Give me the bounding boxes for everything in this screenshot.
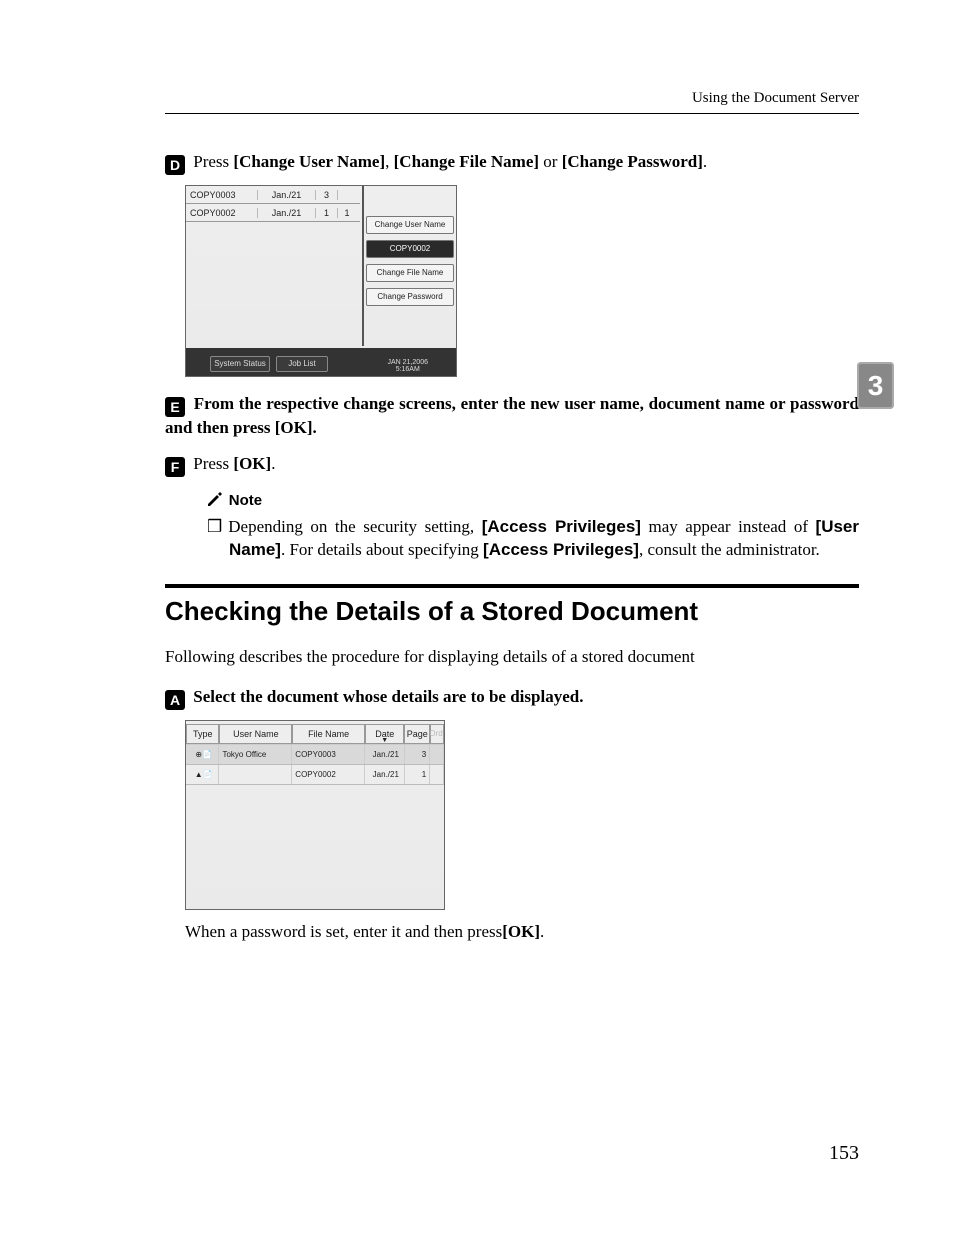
doc-row-1-page: 1	[405, 765, 431, 784]
note-b1: [Access Privileges]	[482, 517, 641, 536]
doc-row-1-date: Jan./21	[365, 765, 404, 784]
file-row-1-name: COPY0002	[186, 208, 258, 218]
col-date[interactable]: Date▼	[365, 724, 404, 744]
step-6-badge: F	[165, 457, 185, 477]
clock-time: 5:16AM	[388, 366, 428, 374]
doc-row-0-page: 3	[405, 745, 431, 764]
note-t3: . For details about specifying	[281, 540, 483, 559]
doc-row-1-ord	[430, 765, 444, 784]
step-5-badge: E	[165, 397, 185, 417]
step5-b1: [OK]	[275, 418, 313, 437]
clock: JAN 21,2006 5:16AM	[388, 359, 428, 374]
doc-row-1-user	[219, 765, 292, 784]
caption-after-screenshot: When a password is set, enter it and the…	[165, 922, 859, 942]
col-page[interactable]: Page	[404, 724, 430, 744]
step-a-text: Select the document whose details are to…	[193, 687, 583, 706]
chapter-tab: 3	[857, 362, 894, 409]
note-t4: , consult the administrator.	[639, 540, 820, 559]
table-header: Type User Name File Name Date▼ Page Ord	[186, 721, 444, 745]
note-heading-text: Note	[229, 492, 262, 509]
step6-b1: [OK]	[233, 454, 271, 473]
doc-row-0-ord	[430, 745, 444, 764]
step4-b3: [Change Password]	[562, 152, 703, 171]
doc-row-1-type-icon: ▲📄	[186, 765, 219, 784]
note-block: Note ❒ Depending on the security setting,…	[165, 491, 859, 562]
current-file-display[interactable]: COPY0002	[366, 240, 454, 258]
running-header: Using the Document Server	[165, 90, 859, 114]
caption-b1: [OK]	[502, 922, 540, 941]
col-type[interactable]: Type	[186, 724, 219, 744]
step4-sep1: ,	[385, 152, 394, 171]
step-4-press: Press	[193, 152, 233, 171]
step-6: F Press [OK].	[165, 454, 859, 477]
screenshot-2: Type User Name File Name Date▼ Page Ord …	[185, 720, 859, 910]
doc-row-0-date: Jan./21	[365, 745, 404, 764]
section-divider	[165, 584, 859, 588]
step-a: A Select the document whose details are …	[165, 687, 859, 710]
clock-date: JAN 21,2006	[388, 359, 428, 367]
note-bullet: ❒	[207, 517, 222, 536]
col-user-name[interactable]: User Name	[219, 724, 292, 744]
note-item: ❒ Depending on the security setting, [Acc…	[207, 516, 859, 562]
change-password-button[interactable]: Change Password	[366, 288, 454, 306]
section-intro: Following describes the procedure for di…	[165, 647, 859, 667]
caption-t1: When a password is set, enter it and the…	[185, 922, 502, 941]
step4-end: .	[703, 152, 707, 171]
doc-row-0[interactable]: ⊕📄 Tokyo Office COPY0003 Jan./21 3	[186, 745, 444, 765]
file-row-1-page: 1	[316, 208, 338, 218]
step4-b1: [Change User Name]	[233, 152, 385, 171]
col-file-name[interactable]: File Name	[292, 724, 365, 744]
note-t1: Depending on the security setting,	[228, 517, 481, 536]
file-row-1[interactable]: COPY0002 Jan./21 1 1	[186, 204, 360, 222]
job-list-button[interactable]: Job List	[276, 356, 328, 372]
doc-row-0-user: Tokyo Office	[219, 745, 292, 764]
doc-row-0-type-icon: ⊕📄	[186, 745, 219, 764]
doc-row-1[interactable]: ▲📄 COPY0002 Jan./21 1	[186, 765, 444, 785]
sort-arrow-icon: ▼	[381, 737, 388, 744]
step5-t2: .	[313, 418, 317, 437]
note-heading: Note	[207, 491, 859, 510]
screenshot-1: COPY0003 Jan./21 3 COPY0002 Jan./21 1 1 …	[185, 185, 859, 377]
section-heading: Checking the Details of a Stored Documen…	[165, 596, 859, 627]
file-row-0-page: 3	[316, 190, 338, 200]
col-ord[interactable]: Ord	[430, 724, 444, 744]
file-row-1-date: Jan./21	[258, 208, 316, 218]
change-user-name-button[interactable]: Change User Name	[366, 216, 454, 234]
doc-row-0-file: COPY0003	[292, 745, 365, 764]
doc-row-1-file: COPY0002	[292, 765, 365, 784]
note-t2: may appear instead of	[641, 517, 816, 536]
step-4-badge: D	[165, 155, 185, 175]
step5-t1: From the respective change screens, ente…	[165, 394, 859, 437]
system-status-button[interactable]: System Status	[210, 356, 270, 372]
change-file-name-button[interactable]: Change File Name	[366, 264, 454, 282]
step6-end: .	[271, 454, 275, 473]
file-row-0[interactable]: COPY0003 Jan./21 3	[186, 186, 360, 204]
step-a-badge: A	[165, 690, 185, 710]
pencil-icon	[207, 491, 223, 507]
step6-press: Press	[193, 454, 233, 473]
note-b3: [Access Privileges]	[483, 540, 639, 559]
file-row-0-name: COPY0003	[186, 190, 258, 200]
file-row-1-ord: 1	[338, 208, 356, 218]
step4-b2: [Change File Name]	[394, 152, 539, 171]
caption-t2: .	[540, 922, 544, 941]
file-row-0-date: Jan./21	[258, 190, 316, 200]
step4-sep2: or	[539, 152, 562, 171]
step-4: D Press [Change User Name], [Change File…	[165, 152, 859, 175]
step-5: E From the respective change screens, en…	[165, 393, 859, 440]
page-number: 153	[829, 1142, 859, 1165]
